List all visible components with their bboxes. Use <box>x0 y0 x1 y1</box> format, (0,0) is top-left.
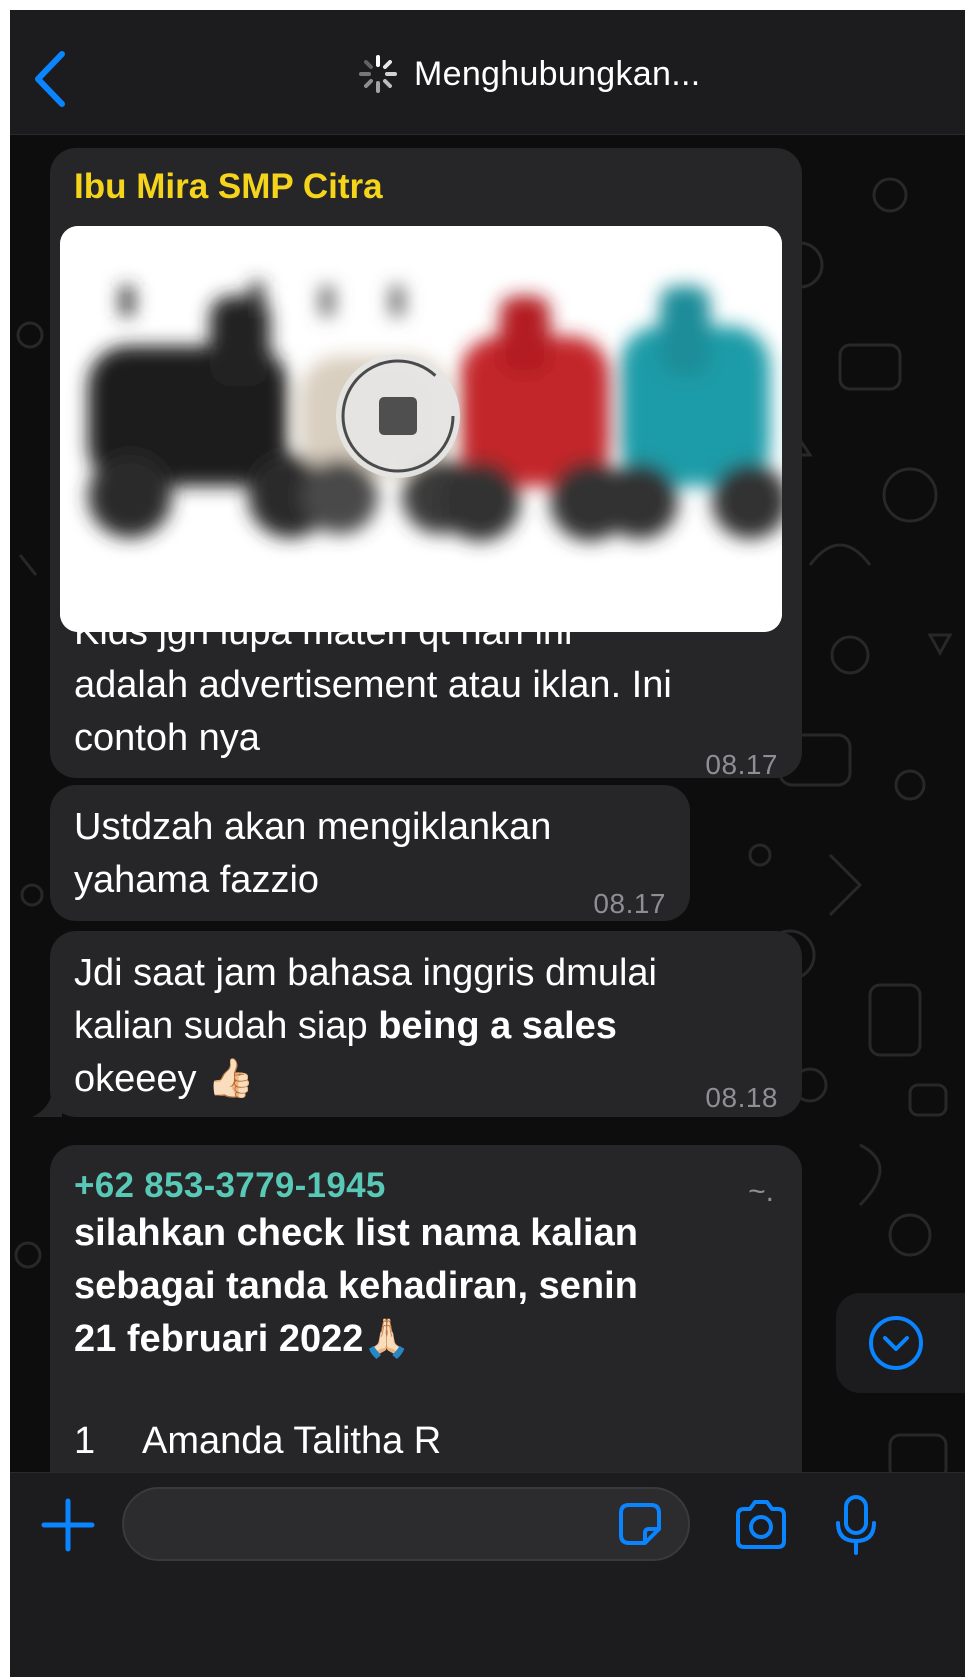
message-bubble[interactable]: Ustdzah akan mengiklankan yahama fazzio … <box>50 785 690 921</box>
message-input[interactable] <box>122 1487 690 1561</box>
plus-icon[interactable] <box>40 1497 96 1553</box>
list-item: 1 Amanda Talitha R <box>74 1420 442 1462</box>
message-bubble[interactable]: Ibu Mira SMP Citra Kids jgn lupa materi … <box>50 148 802 780</box>
stop-icon[interactable] <box>336 354 460 478</box>
chevron-down-circle-icon <box>869 1316 923 1370</box>
message-text: Jdi saat jam bahasa inggris dmulai kalia… <box>74 952 657 1100</box>
message-text: Kids jgn lupa materi qt hari ini adalah … <box>74 611 672 759</box>
message-time: 08.17 <box>705 749 778 780</box>
message-text: Ustdzah akan mengiklankan yahama fazzio <box>74 806 552 901</box>
message-time: 08.18 <box>705 1082 778 1113</box>
sender-name: Ibu Mira SMP Citra <box>74 167 383 206</box>
scroll-to-bottom-button[interactable] <box>836 1293 965 1393</box>
message-composer <box>10 1472 965 1677</box>
sticker-icon[interactable] <box>615 1499 665 1549</box>
status-text: Menghubungkan... <box>414 54 701 93</box>
camera-icon[interactable] <box>732 1497 790 1553</box>
message-text: silahkan check list nama kalian sebagai … <box>74 1212 638 1360</box>
scooter-image <box>60 226 782 632</box>
pray-emoji: 🙏🏻 <box>363 1318 411 1360</box>
thumbs-up-emoji: 👍🏻 <box>207 1058 255 1100</box>
chat-header: Menghubungkan... <box>10 10 965 135</box>
video-thumbnail[interactable] <box>60 226 782 632</box>
message-time: 08.17 <box>593 888 666 919</box>
chat-screen: Menghubungkan... Ibu Mira SMP Citra Kids… <box>10 10 965 1677</box>
microphone-icon[interactable] <box>832 1493 880 1559</box>
connection-status: Menghubungkan... <box>358 54 700 94</box>
bubble-tail <box>32 1087 62 1117</box>
back-chevron-icon[interactable] <box>28 48 72 110</box>
attendance-list: 1 Amanda Talitha R <box>74 1415 441 1468</box>
message-list[interactable]: Ibu Mira SMP Citra Kids jgn lupa materi … <box>10 135 965 1582</box>
spinner-icon <box>359 55 397 93</box>
sender-phone[interactable]: +62 853-3779-1945 <box>74 1159 386 1212</box>
message-bubble[interactable]: Jdi saat jam bahasa inggris dmulai kalia… <box>32 931 802 1117</box>
